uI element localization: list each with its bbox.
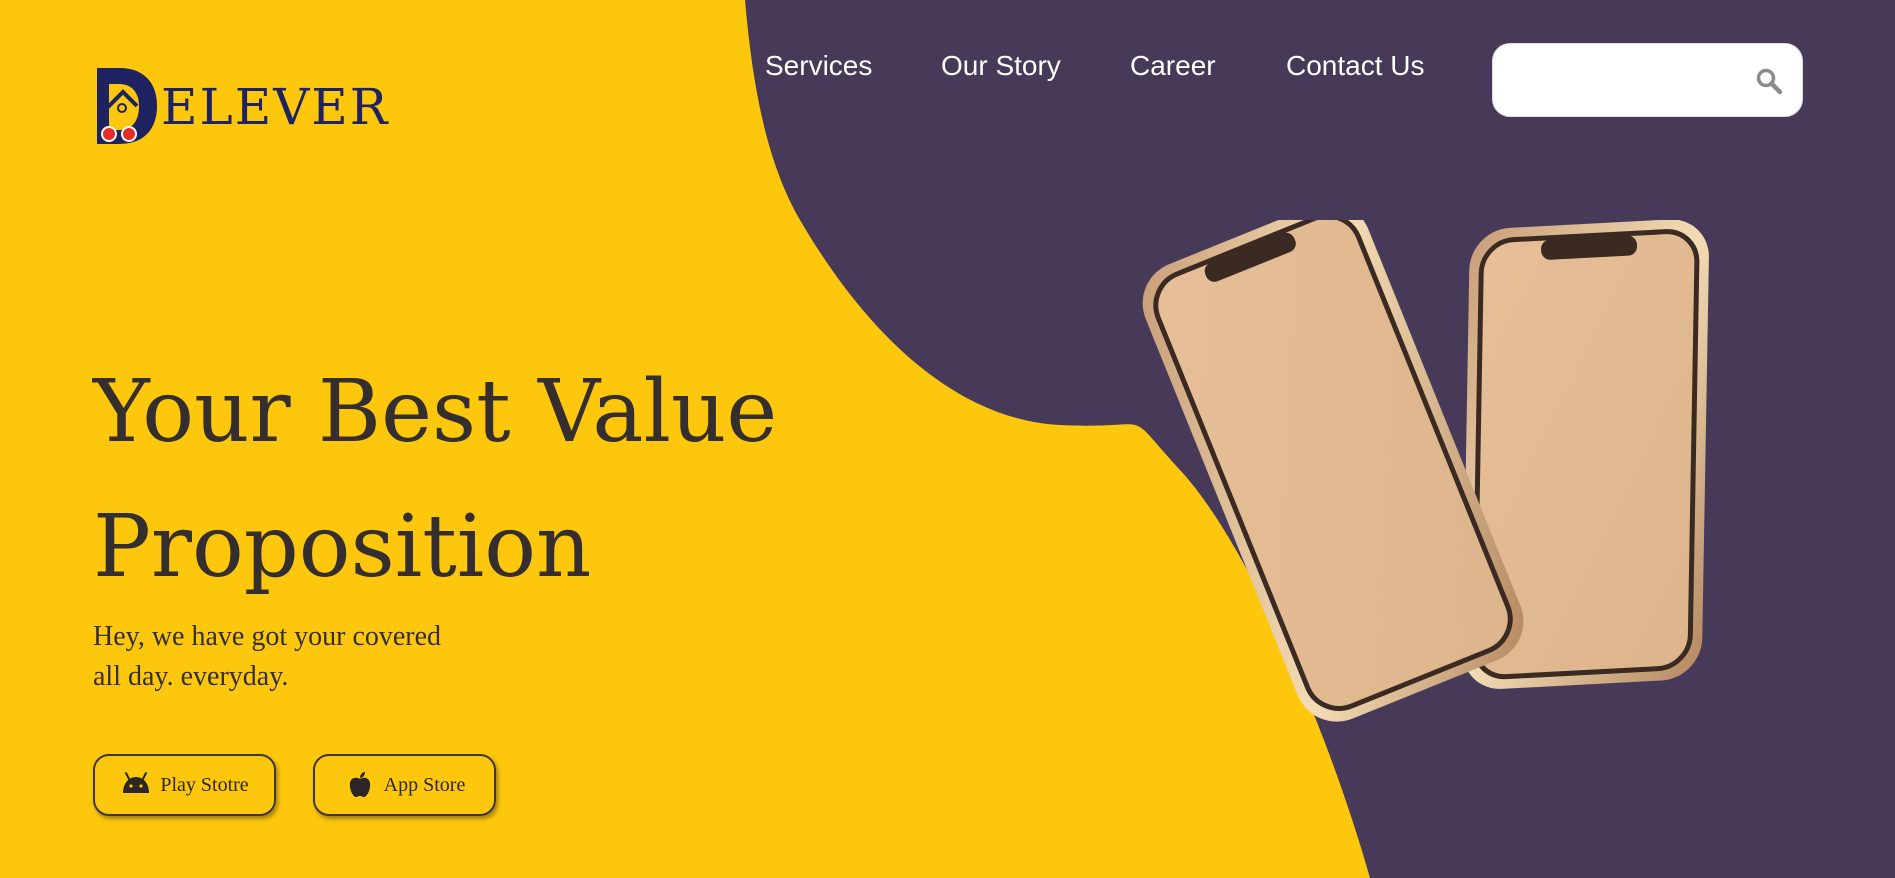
search-icon[interactable] — [1755, 67, 1783, 95]
nav-item-career[interactable]: Career — [1130, 50, 1216, 82]
apple-icon — [349, 772, 370, 797]
search-input[interactable] — [1511, 64, 1735, 98]
nav-item-our-story[interactable]: Our Story — [941, 50, 1061, 82]
hero-title-line-1: Your Best Value — [93, 362, 778, 462]
play-store-button[interactable]: Play Stotre — [93, 754, 276, 816]
hero-title-line-2: Proposition — [93, 497, 592, 597]
brand-logo[interactable]: ELEVER — [93, 62, 387, 152]
phones-illustration — [1142, 220, 1709, 722]
nav-item-contact-us[interactable]: Contact Us — [1286, 50, 1425, 82]
nav-item-services[interactable]: Services — [765, 50, 872, 82]
search-box — [1492, 43, 1803, 117]
hero-subtitle-line-2: all day. everyday. — [93, 661, 289, 692]
play-store-label: Play Stotre — [160, 773, 249, 796]
hero-subtitle-line-1: Hey, we have got your covered — [93, 621, 442, 652]
hero-subtitle: Hey, we have got your covered all day. e… — [93, 617, 513, 697]
app-store-label: App Store — [383, 773, 466, 796]
hero-title: Your Best Value Proposition — [93, 345, 777, 615]
logo-mark-icon — [97, 68, 157, 144]
brand-name: ELEVER — [161, 78, 390, 136]
android-icon — [123, 772, 150, 793]
app-store-button[interactable]: App Store — [313, 754, 496, 816]
